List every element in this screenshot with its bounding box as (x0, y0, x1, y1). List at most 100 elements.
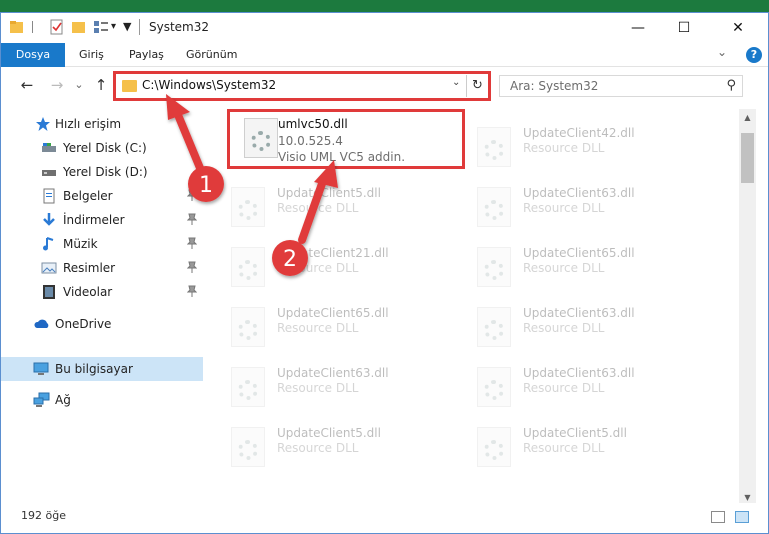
tab-home[interactable]: Giriş (79, 43, 104, 67)
music-icon (41, 236, 57, 252)
tab-view[interactable]: Görünüm (186, 43, 237, 67)
file-name: UpdateClient65.dll (277, 306, 389, 320)
explorer-window: ▾ ▼ System32 — ☐ ✕ Dosya Giriş Paylaş Gö… (0, 12, 769, 534)
file-name: UpdateClient65.dll (523, 246, 635, 260)
chevron-down-icon[interactable]: ⌄ (717, 45, 727, 59)
gear-icon (484, 380, 504, 400)
sidebar-item-downloads[interactable]: İndirmeler (1, 209, 203, 231)
computer-icon (33, 361, 49, 377)
pin-icon[interactable] (186, 237, 198, 252)
sidebar-item-label: İndirmeler (63, 213, 125, 227)
tab-share[interactable]: Paylaş (129, 43, 164, 67)
drive-icon (41, 164, 57, 180)
navigation-bar: ← → ⌄ ↑ C:\Windows\System32 ⌄ ↻ Ara: Sys… (1, 69, 768, 103)
gear-icon (251, 131, 271, 151)
gear-icon (484, 440, 504, 460)
sidebar-item-videos[interactable]: Videolar (1, 281, 203, 303)
minimize-button[interactable]: — (615, 13, 661, 43)
sidebar-item-label: OneDrive (55, 317, 112, 331)
sidebar-item-pictures[interactable]: Resimler (1, 257, 203, 279)
vertical-scrollbar[interactable]: ▲ ▼ (739, 109, 756, 507)
dll-file-icon (231, 427, 265, 467)
sidebar-item-documents[interactable]: Belgeler (1, 185, 203, 207)
drive-icon (41, 140, 57, 156)
close-button[interactable]: ✕ (715, 13, 761, 43)
sidebar-item-quick-access[interactable]: Hızlı erişim (1, 113, 203, 135)
sidebar-item-this-pc[interactable]: Bu bilgisayar (1, 357, 203, 381)
sidebar-item-music[interactable]: Müzik (1, 233, 203, 255)
navigation-pane: Hızlı erişim Yerel Disk (C:) Yerel Disk … (1, 109, 203, 499)
file-description: Resource DLL (523, 321, 605, 335)
down-arrow-icon[interactable]: ▼ (123, 19, 139, 35)
sidebar-item-onedrive[interactable]: OneDrive (1, 313, 203, 335)
file-tile[interactable]: UpdateClient63.dll Resource DLL (473, 301, 713, 357)
cloud-icon (33, 316, 49, 332)
pin-icon[interactable] (186, 213, 198, 228)
tiles-view-icon[interactable] (735, 511, 749, 523)
pin-icon[interactable] (186, 261, 198, 276)
address-path[interactable]: C:\Windows\System32 (142, 78, 276, 92)
search-icon[interactable]: ⚲ (726, 78, 736, 93)
search-input[interactable]: Ara: System32 (510, 79, 598, 93)
back-button[interactable]: ← (17, 75, 37, 95)
dll-file-icon (477, 367, 511, 407)
maximize-button[interactable]: ☐ (661, 13, 707, 43)
file-tile[interactable]: UpdateClient21.dll Resource DLL (227, 241, 467, 297)
file-tile[interactable]: UpdateClient42.dll Resource DLL (473, 121, 713, 177)
file-tile[interactable]: UpdateClient5.dll Resource DLL (227, 181, 467, 237)
pin-icon[interactable] (186, 189, 198, 204)
window-title: System32 (149, 20, 210, 34)
dll-file-icon (477, 427, 511, 467)
sidebar-item-label: Yerel Disk (C:) (63, 141, 147, 155)
file-tile-umlvc50[interactable]: umlvc50.dll 10.0.525.4 Visio UML VC5 add… (227, 109, 465, 169)
address-bar[interactable]: C:\Windows\System32 ⌄ ↻ (113, 71, 491, 101)
file-tile[interactable]: UpdateClient5.dll Resource DLL (227, 421, 467, 477)
gear-icon (484, 320, 504, 340)
sidebar-item-disk-d[interactable]: Yerel Disk (D:) (1, 161, 203, 183)
forward-button[interactable]: → (47, 75, 67, 95)
view-details-icon[interactable] (93, 19, 109, 35)
search-box[interactable]: Ara: System32 ⚲ (499, 75, 743, 97)
sidebar-item-network[interactable]: Ağ (1, 389, 203, 411)
ribbon-tabs: Dosya Giriş Paylaş Görünüm ⌄ ? (1, 43, 768, 67)
file-list: umlvc50.dll 10.0.525.4 Visio UML VC5 add… (215, 109, 739, 509)
address-dropdown-icon[interactable]: ⌄ (452, 77, 460, 88)
file-tile[interactable]: UpdateClient63.dll Resource DLL (473, 181, 713, 237)
dll-file-icon (231, 367, 265, 407)
title-separator (139, 19, 140, 35)
file-description: Resource DLL (277, 441, 359, 455)
documents-icon (41, 188, 57, 204)
file-tile[interactable]: UpdateClient65.dll Resource DLL (473, 241, 713, 297)
file-tile[interactable]: UpdateClient63.dll Resource DLL (227, 361, 467, 417)
file-name: UpdateClient21.dll (277, 246, 389, 260)
details-view-icon[interactable] (711, 511, 725, 523)
sidebar-item-label: Yerel Disk (D:) (63, 165, 148, 179)
file-name: UpdateClient5.dll (277, 426, 381, 440)
gear-icon (238, 380, 258, 400)
tab-file[interactable]: Dosya (1, 43, 65, 67)
scroll-up-icon[interactable]: ▲ (739, 109, 756, 126)
file-name: UpdateClient5.dll (277, 186, 381, 200)
sidebar-item-disk-c[interactable]: Yerel Disk (C:) (1, 137, 203, 159)
file-tile[interactable]: UpdateClient5.dll Resource DLL (473, 421, 713, 477)
help-icon[interactable]: ? (746, 47, 762, 63)
new-folder-icon[interactable] (71, 19, 87, 35)
up-button[interactable]: ↑ (91, 75, 111, 95)
file-description: Resource DLL (277, 201, 359, 215)
sidebar-item-label: Bu bilgisayar (55, 362, 133, 376)
file-name: UpdateClient63.dll (523, 366, 635, 380)
sidebar-item-label: Hızlı erişim (55, 117, 122, 131)
recent-locations-button[interactable]: ⌄ (69, 75, 89, 95)
file-tile[interactable]: UpdateClient65.dll Resource DLL (227, 301, 467, 357)
title-bar: ▾ ▼ System32 — ☐ ✕ (1, 13, 768, 43)
refresh-button[interactable]: ↻ (466, 75, 488, 97)
dll-file-icon (231, 247, 265, 287)
file-tile[interactable]: UpdateClient63.dll Resource DLL (473, 361, 713, 417)
pin-icon[interactable] (186, 285, 198, 300)
file-name: umlvc50.dll (278, 117, 348, 131)
scroll-thumb[interactable] (741, 133, 754, 183)
file-description: Resource DLL (523, 141, 605, 155)
sidebar-item-label: Videolar (63, 285, 113, 299)
properties-icon[interactable] (49, 19, 65, 35)
file-name: UpdateClient5.dll (523, 426, 627, 440)
